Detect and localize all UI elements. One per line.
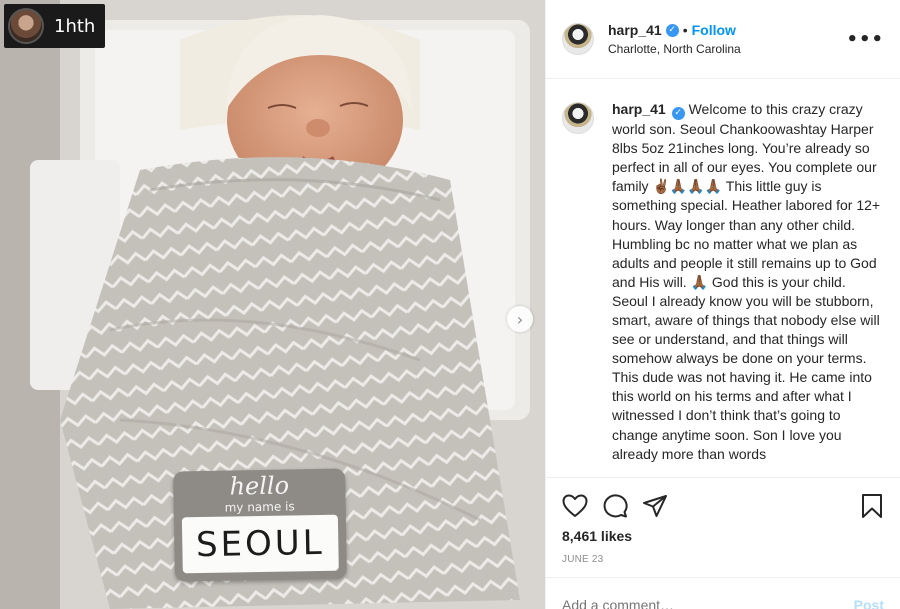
instagram-post: 1hth › hello my name is SEOUL harp_41 ✓ …: [0, 0, 900, 609]
verified-badge-icon: ✓: [665, 23, 679, 37]
action-icons: [562, 492, 884, 520]
username-link[interactable]: harp_41: [608, 22, 662, 38]
more-options-icon[interactable]: •••: [846, 29, 884, 50]
verified-badge-icon: ✓: [671, 107, 685, 121]
share-icon[interactable]: [642, 494, 668, 518]
caption-avatar[interactable]: [562, 102, 594, 134]
chevron-right-icon[interactable]: ›: [507, 306, 533, 332]
caption-username[interactable]: harp_41: [612, 101, 666, 117]
avatar[interactable]: [562, 23, 594, 55]
header-line: harp_41 ✓ • Follow: [608, 22, 741, 38]
post-date[interactable]: JUNE 23: [562, 554, 884, 565]
heart-icon[interactable]: [562, 494, 588, 518]
account-badge[interactable]: 1hth: [4, 4, 106, 48]
follow-button[interactable]: Follow: [692, 22, 736, 38]
bookmark-icon[interactable]: [860, 493, 884, 519]
caption-text: Welcome to this crazy crazy world son. S…: [612, 101, 881, 462]
comment-icon[interactable]: [602, 494, 628, 518]
location-link[interactable]: Charlotte, North Carolina: [608, 42, 741, 56]
comment-box: Post: [546, 577, 900, 609]
post-photo[interactable]: 1hth › hello my name is SEOUL: [0, 0, 546, 609]
nametag-hello: hello: [229, 471, 290, 501]
caption-area[interactable]: harp_41 ✓ Welcome to this crazy crazy wor…: [546, 80, 900, 476]
post-sidebar: harp_41 ✓ • Follow Charlotte, North Caro…: [546, 0, 900, 609]
name-tag-sticker: hello my name is SEOUL: [173, 468, 347, 582]
badge-label: 1hth: [54, 15, 96, 37]
post-actions: 8,461 likes JUNE 23: [546, 477, 900, 565]
separator-dot: •: [682, 22, 688, 38]
comment-input[interactable]: [562, 596, 854, 609]
nametag-field: SEOUL: [181, 514, 339, 574]
badge-avatar: [8, 8, 44, 44]
likes-count[interactable]: 8,461 likes: [562, 528, 884, 544]
post-header: harp_41 ✓ • Follow Charlotte, North Caro…: [546, 0, 900, 79]
nametag-subtitle: my name is: [224, 499, 295, 515]
nametag-name: SEOUL: [195, 522, 325, 566]
caption: harp_41 ✓ Welcome to this crazy crazy wor…: [612, 100, 884, 476]
header-info: harp_41 ✓ • Follow Charlotte, North Caro…: [608, 22, 741, 56]
post-button[interactable]: Post: [854, 597, 884, 609]
